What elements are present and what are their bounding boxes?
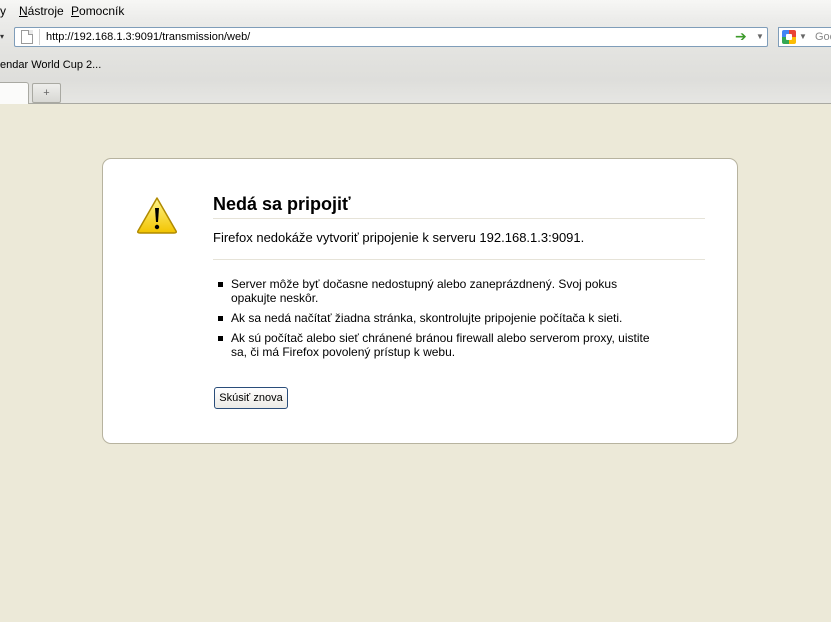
menu-item-view[interactable]: y [0, 4, 6, 18]
plus-icon: + [43, 87, 50, 99]
retry-button[interactable]: Skúsiť znova [214, 387, 288, 409]
menu-item-tools[interactable]: Nástroje [19, 4, 64, 18]
list-item: Ak sa nedá načítať žiadna stránka, skont… [215, 311, 665, 325]
menu-bar: y Nástroje Pomocník [0, 0, 831, 22]
search-engine-dropdown-icon[interactable]: ▼ [799, 32, 807, 41]
search-placeholder[interactable]: Goo [815, 31, 831, 43]
google-search-engine-icon[interactable] [782, 30, 796, 44]
url-history-dropdown-icon[interactable]: ▼ [756, 32, 764, 41]
bookmark-item[interactable]: endar World Cup 2... [0, 59, 101, 71]
list-item: Server môže byť dočasne nedostupný alebo… [215, 277, 665, 305]
error-title: Nedá sa pripojiť [213, 194, 705, 219]
history-dropdown-icon[interactable]: ▾ [0, 32, 10, 42]
error-short-description: Firefox nedokáže vytvoriť pripojenie k s… [213, 230, 705, 260]
menu-item-tools-label: ástroje [27, 4, 64, 18]
url-separator [39, 29, 40, 45]
page-icon [21, 30, 33, 44]
menu-accel-tools: N [19, 4, 28, 18]
new-tab-button[interactable]: + [32, 83, 61, 103]
error-page-container: Nedá sa pripojiť Firefox nedokáže vytvor… [102, 158, 738, 444]
url-text[interactable]: http://192.168.1.3:9091/transmission/web… [46, 31, 250, 43]
navigation-toolbar: ▾ http://192.168.1.3:9091/transmission/w… [0, 24, 831, 52]
go-arrow-icon[interactable]: ➔ [735, 28, 747, 45]
tab-bar: + [0, 80, 831, 104]
bookmarks-toolbar: endar World Cup 2... [0, 54, 831, 78]
menu-item-help-label: omocník [79, 4, 125, 18]
error-suggestions-list: Server môže byť dočasne nedostupný alebo… [215, 277, 665, 365]
search-box[interactable]: ▼ Goo [778, 27, 831, 47]
menu-item-help[interactable]: Pomocník [71, 4, 124, 18]
warning-icon [137, 197, 177, 234]
list-item: Ak sú počítač alebo sieť chránené bránou… [215, 331, 665, 359]
menu-accel-help: P [71, 4, 80, 18]
browser-chrome: y Nástroje Pomocník ▾ http://192.168.1.3… [0, 0, 831, 104]
tab-active[interactable] [0, 82, 29, 104]
url-bar[interactable]: http://192.168.1.3:9091/transmission/web… [14, 27, 768, 47]
menu-item-view-label: y [0, 4, 6, 18]
